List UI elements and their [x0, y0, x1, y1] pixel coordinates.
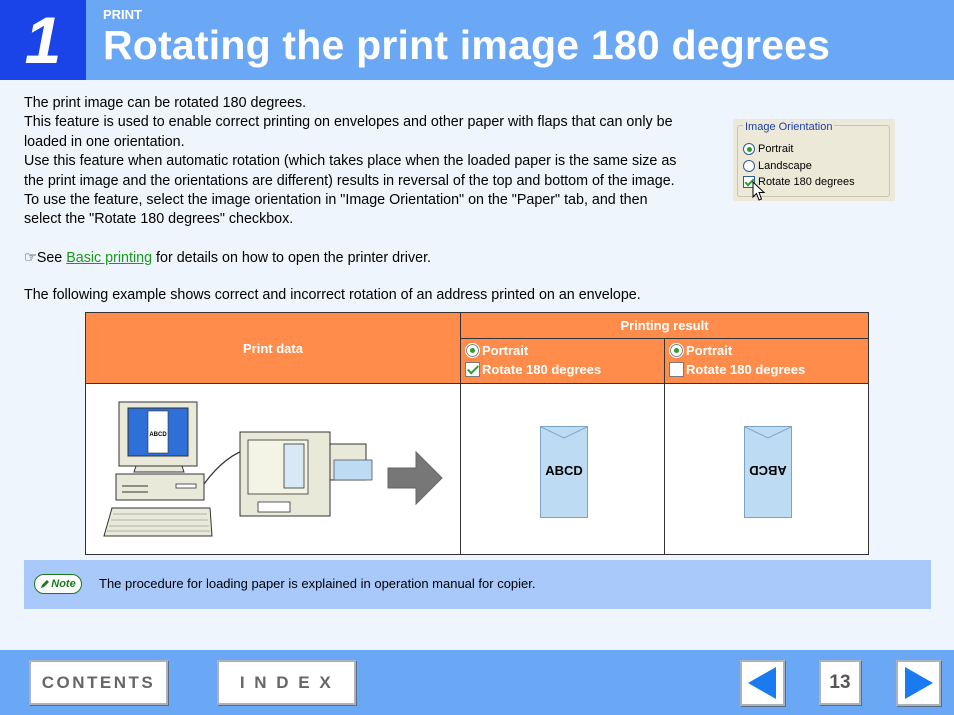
print-data-illustration-cell: ABCD: [85, 383, 461, 555]
unchecked-checkbox-icon: [669, 362, 684, 377]
basic-printing-link[interactable]: Basic printing: [66, 250, 152, 266]
orientation-label: Portrait: [686, 343, 733, 358]
rotate-label: Rotate 180 degrees: [482, 362, 602, 377]
page-header: 1 PRINT Rotating the print image 180 deg…: [0, 0, 954, 80]
contents-button[interactable]: CONTENTS: [29, 660, 168, 705]
result-option-correct: Portrait Rotate 180 degrees: [460, 338, 665, 384]
note-text: The procedure for loading paper is expla…: [99, 576, 536, 591]
intro-paragraph: This feature is used to enable correct p…: [24, 114, 673, 150]
result-option-incorrect: Portrait Rotate 180 degrees: [664, 338, 869, 384]
arrow-right-icon: [905, 667, 933, 699]
screen-text: ABCD: [149, 432, 167, 438]
chapter-number: 1: [0, 0, 86, 80]
portrait-radio: [743, 143, 755, 155]
page-number-label: 13: [829, 671, 851, 693]
dialog-legend: Image Orientation: [743, 121, 835, 133]
page-footer: CONTENTS I N D E X 13: [0, 650, 954, 715]
see-suffix: for details on how to open the printer d…: [152, 250, 432, 266]
envelope-address: ABCD: [545, 463, 583, 478]
intro-text: The print image can be rotated 180 degre…: [24, 94, 704, 230]
rotate-label: Rotate 180 degrees: [686, 362, 806, 377]
note-badge: Note: [34, 574, 82, 594]
previous-page-button[interactable]: [740, 660, 785, 706]
landscape-label: Landscape: [758, 160, 812, 172]
envelope-flap: [541, 427, 587, 439]
envelope-incorrect: ABCD: [744, 426, 792, 518]
rotate-label: Rotate 180 degrees: [758, 176, 855, 188]
index-label: I N D E X: [239, 672, 334, 692]
page-number: 13: [819, 660, 861, 705]
printing-result-header: Printing result: [460, 312, 869, 339]
intro-paragraph: To use the feature, select the image ori…: [24, 192, 648, 228]
note-label: Note: [51, 578, 76, 590]
envelope-flap: [745, 427, 791, 439]
checked-checkbox-icon: [465, 362, 480, 377]
computer-printer-illustration: ABCD: [103, 401, 443, 537]
arrow-left-icon: [748, 667, 776, 699]
correct-result-cell: ABCD: [460, 383, 665, 555]
example-table: Print data Printing result Portrait Rota…: [85, 312, 869, 555]
portrait-radio-icon: [465, 343, 480, 358]
landscape-radio: [743, 160, 755, 172]
dialog-portrait-option: Portrait: [743, 143, 793, 155]
mouse-cursor-icon: [752, 181, 766, 201]
page-title: Rotating the print image 180 degrees: [103, 22, 831, 68]
see-prefix: ☞See: [24, 250, 67, 266]
print-data-header: Print data: [85, 312, 461, 384]
note-box: Note The procedure for loading paper is …: [24, 560, 931, 609]
section-label: PRINT: [103, 7, 142, 22]
index-button[interactable]: I N D E X: [217, 660, 356, 705]
portrait-label: Portrait: [758, 143, 794, 155]
intro-paragraph: The print image can be rotated 180 degre…: [24, 95, 307, 111]
see-reference: ☞See Basic printing for details on how t…: [24, 249, 431, 268]
orientation-label: Portrait: [482, 343, 529, 358]
next-page-button[interactable]: [896, 660, 941, 706]
envelope-address-rotated: ABCD: [749, 463, 787, 478]
contents-label: CONTENTS: [41, 672, 156, 692]
incorrect-result-cell: ABCD: [664, 383, 869, 555]
pencil-icon: [41, 580, 50, 588]
envelope-correct: ABCD: [540, 426, 588, 518]
dialog-landscape-option: Landscape: [743, 160, 812, 172]
portrait-radio-icon: [669, 343, 684, 358]
intro-paragraph: Use this feature when automatic rotation…: [24, 153, 677, 189]
example-intro: The following example shows correct and …: [24, 287, 641, 303]
